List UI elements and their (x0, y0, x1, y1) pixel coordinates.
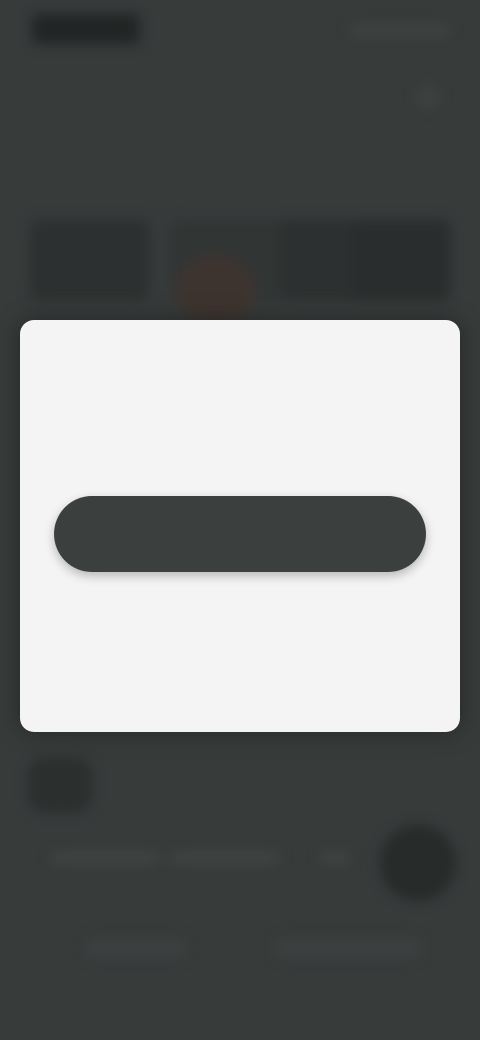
modal-dialog (20, 320, 460, 732)
dialog-primary-button[interactable] (54, 496, 426, 572)
app-screen (0, 0, 480, 1040)
